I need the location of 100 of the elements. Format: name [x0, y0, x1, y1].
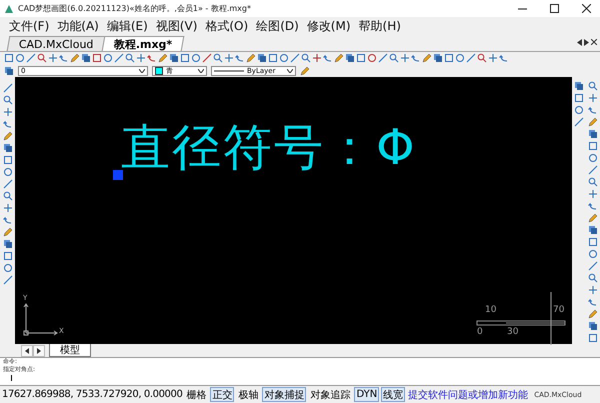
line-icon[interactable] — [588, 165, 598, 175]
circle-icon[interactable] — [279, 53, 289, 63]
mode-toggle[interactable]: 栅格 — [184, 387, 208, 402]
feedback-link[interactable]: 提交软件问题或增加新功能 — [408, 388, 528, 402]
document-tab[interactable]: 教程.mxg* — [101, 36, 184, 51]
line-icon[interactable] — [202, 53, 212, 63]
line-icon[interactable] — [2, 83, 12, 93]
magnifier-icon[interactable] — [213, 53, 223, 63]
cross-icon[interactable] — [400, 53, 410, 63]
square-icon[interactable] — [4, 53, 14, 63]
pencil-icon[interactable] — [588, 309, 598, 319]
mode-toggle[interactable]: 线宽 — [381, 387, 406, 402]
magnifier-icon[interactable] — [588, 81, 598, 91]
cross-icon[interactable] — [588, 189, 598, 199]
layers-icon[interactable] — [433, 53, 443, 63]
pencil-icon[interactable] — [588, 117, 598, 127]
pencil-icon[interactable] — [2, 227, 12, 237]
cross-icon[interactable] — [312, 53, 322, 63]
menu-item[interactable]: 修改(M) — [304, 18, 354, 35]
layers-icon[interactable] — [588, 225, 598, 235]
magnifier-icon[interactable] — [389, 53, 399, 63]
arrow-icon[interactable] — [2, 215, 12, 225]
menu-item[interactable]: 绘图(D) — [253, 18, 302, 35]
circle-icon[interactable] — [574, 105, 584, 115]
menu-item[interactable]: 文件(F) — [6, 18, 52, 35]
mode-toggle[interactable]: 正交 — [210, 387, 234, 402]
arrow-icon[interactable] — [2, 119, 12, 129]
circle-icon[interactable] — [367, 53, 377, 63]
square-icon[interactable] — [444, 53, 454, 63]
layers-icon[interactable] — [588, 321, 598, 331]
menu-item[interactable]: 格式(O) — [202, 18, 252, 35]
square-icon[interactable] — [268, 53, 278, 63]
square-icon[interactable] — [356, 53, 366, 63]
circle-icon[interactable] — [2, 167, 12, 177]
layout-tab[interactable]: 模型 — [49, 344, 91, 357]
arrow-icon[interactable] — [411, 53, 421, 63]
layers-icon[interactable] — [2, 239, 12, 249]
circle-icon[interactable] — [103, 53, 113, 63]
magnifier-icon[interactable] — [477, 53, 487, 63]
pencil-icon[interactable] — [588, 213, 598, 223]
previous-button[interactable] — [21, 345, 33, 357]
arrow-icon[interactable] — [588, 105, 598, 115]
cross-icon[interactable] — [588, 285, 598, 295]
square-icon[interactable] — [588, 237, 598, 247]
line-icon[interactable] — [26, 53, 36, 63]
next-button[interactable] — [33, 345, 45, 357]
magnifier-icon[interactable] — [301, 53, 311, 63]
arrow-icon[interactable] — [59, 53, 69, 63]
menu-item[interactable]: 编辑(E) — [104, 18, 151, 35]
menu-item[interactable]: 帮助(H) — [356, 18, 404, 35]
right-arrow-icon[interactable] — [584, 39, 589, 46]
grip-handle[interactable] — [113, 170, 123, 180]
line-icon[interactable] — [574, 117, 584, 127]
magnifier-icon[interactable] — [2, 191, 12, 201]
menu-item[interactable]: 视图(V) — [152, 18, 200, 35]
layers-icon[interactable] — [169, 53, 179, 63]
line-icon[interactable] — [466, 53, 476, 63]
magnifier-icon[interactable] — [588, 177, 598, 187]
left-arrow-icon[interactable] — [577, 39, 582, 46]
arrow-icon[interactable] — [499, 53, 509, 63]
square-icon[interactable] — [588, 333, 598, 343]
magnifier-icon[interactable] — [588, 273, 598, 283]
layers-icon[interactable] — [257, 53, 267, 63]
square-icon[interactable] — [180, 53, 190, 63]
arrow-icon[interactable] — [588, 297, 598, 307]
cross-icon[interactable] — [588, 93, 598, 103]
cross-icon[interactable] — [2, 107, 12, 117]
circle-icon[interactable] — [588, 249, 598, 259]
line-icon[interactable] — [2, 179, 12, 189]
cross-icon[interactable] — [136, 53, 146, 63]
circle-icon[interactable] — [15, 53, 25, 63]
pencil-icon[interactable] — [2, 131, 12, 141]
square-icon[interactable] — [574, 93, 584, 103]
arrow-icon[interactable] — [147, 53, 157, 63]
circle-icon[interactable] — [191, 53, 201, 63]
circle-icon[interactable] — [455, 53, 465, 63]
circle-icon[interactable] — [2, 263, 12, 273]
menu-item[interactable]: 功能(A) — [54, 18, 102, 35]
layers-icon[interactable] — [81, 53, 91, 63]
layers-icon[interactable] — [588, 129, 598, 139]
arrow-icon[interactable] — [235, 53, 245, 63]
square-icon[interactable] — [92, 53, 102, 63]
document-tab[interactable]: CAD.MxCloud — [6, 36, 106, 51]
cross-icon[interactable] — [48, 53, 58, 63]
square-icon[interactable] — [2, 251, 12, 261]
line-icon[interactable] — [588, 261, 598, 271]
arrow-icon[interactable] — [323, 53, 333, 63]
magnifier-icon[interactable] — [2, 95, 12, 105]
circle-icon[interactable] — [588, 153, 598, 163]
layers-icon[interactable] — [345, 53, 355, 63]
arrow-icon[interactable] — [588, 201, 598, 211]
layers-icon[interactable] — [4, 66, 14, 76]
square-icon[interactable] — [588, 141, 598, 151]
layers-icon[interactable] — [2, 143, 12, 153]
magnifier-icon[interactable] — [37, 53, 47, 63]
close-icon[interactable] — [591, 39, 597, 45]
magnifier-icon[interactable] — [125, 53, 135, 63]
mode-toggle[interactable]: 对象追踪 — [308, 387, 352, 402]
mode-toggle[interactable]: 对象捕捉 — [262, 387, 306, 402]
line-icon[interactable] — [2, 275, 12, 285]
